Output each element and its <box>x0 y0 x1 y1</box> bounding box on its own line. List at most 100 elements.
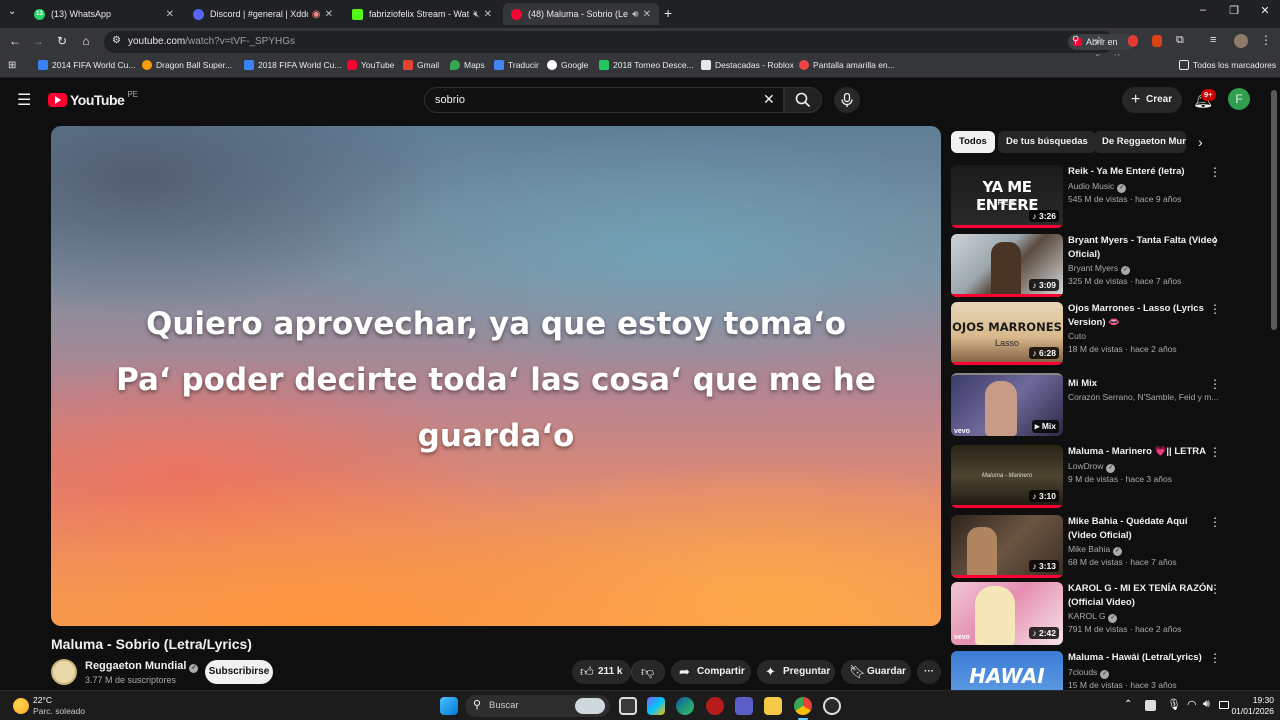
microphone-tray-icon[interactable]: 🎙︎ <box>1167 698 1181 711</box>
tab-close-icon[interactable]: ✕ <box>643 9 651 20</box>
teams-icon[interactable] <box>735 697 753 715</box>
video-player[interactable]: Quiero aprovechar, ya que estoy toma‘o P… <box>51 126 941 626</box>
page-scrollbar[interactable] <box>1271 90 1277 330</box>
bookmark-item[interactable]: Destacadas - Roblox <box>701 60 794 70</box>
more-vertical-icon[interactable]: ⋮ <box>1209 302 1221 316</box>
maximize-icon[interactable]: ❐ <box>1224 4 1244 17</box>
bookmark-item[interactable]: Dragon Ball Super... <box>142 60 232 70</box>
new-tab-icon[interactable]: + <box>664 5 672 21</box>
more-vertical-icon[interactable]: ⋮ <box>1209 582 1221 596</box>
subscribe-button[interactable]: Subscribirse <box>205 660 273 684</box>
dislike-button[interactable]: 👎︎ <box>631 660 665 684</box>
search-input[interactable]: sobrio ✕ <box>424 87 784 113</box>
extension-red-icon[interactable] <box>1128 35 1138 47</box>
video-thumbnail[interactable]: vevo ♪ 2:42 <box>951 582 1063 645</box>
recommendation-item[interactable]: OJOS MARRONES Lasso ♪ 6:28 Ojos Marrones… <box>951 302 1263 368</box>
minimize-icon[interactable]: – <box>1193 4 1213 16</box>
recommendation-title[interactable]: Bryant Myers - Tanta Falta (Video Oficia… <box>1068 234 1218 261</box>
chip-de-reggaeton-mundial[interactable]: De Reggaeton Mundial <box>1094 131 1186 153</box>
recommendation-item[interactable]: YA ME ENTERE REIK ♪ 3:26 Reik - Ya Me En… <box>951 165 1263 231</box>
apps-grid-icon[interactable]: ⊞ <box>8 60 16 71</box>
site-info-icon[interactable]: ⚙ <box>112 35 121 46</box>
like-button[interactable]: 👍︎ 211 k <box>572 660 631 684</box>
weather-sun-icon[interactable] <box>13 698 29 714</box>
video-thumbnail[interactable]: Maluma - Marinero ♪ 3:10 <box>951 445 1063 508</box>
tab-close-icon[interactable]: ✕ <box>325 9 333 20</box>
forward-icon[interactable]: → <box>30 34 46 48</box>
recommendation-title[interactable]: Ojos Marrones - Lasso (Lyrics Version) 👄 <box>1068 302 1218 329</box>
clock-time[interactable]: 19:30 <box>1244 695 1274 705</box>
tab-close-icon[interactable]: ✕ <box>166 9 174 20</box>
audio-playing-icon[interactable]: 🔊︎ <box>632 9 638 20</box>
menu-hamburger-icon[interactable]: ☰ <box>17 90 31 110</box>
video-thumbnail[interactable]: ♪ 3:13 <box>951 515 1063 578</box>
back-icon[interactable]: ← <box>7 34 23 48</box>
video-thumbnail[interactable]: YA ME ENTERE REIK ♪ 3:26 <box>951 165 1063 228</box>
account-avatar[interactable]: F <box>1228 88 1250 110</box>
more-vertical-icon[interactable]: ⋮ <box>1209 234 1221 248</box>
recommendation-item[interactable]: vevo ⫸ Mix Mi Mix Corazón Serrano, N'Sam… <box>951 373 1263 439</box>
bookmark-star-icon[interactable]: ☆ <box>1094 34 1104 47</box>
bookmark-item[interactable]: 2018 FIFA World Cu... <box>244 60 341 70</box>
extensions-puzzle-icon[interactable]: ⧉ <box>1176 34 1184 47</box>
file-explorer-icon[interactable] <box>764 697 782 715</box>
chip-todos[interactable]: Todos <box>951 131 995 153</box>
tab-whatsapp[interactable]: 13 (13) WhatsApp ✕ <box>26 3 182 25</box>
youtube-logo[interactable]: YouTube PE <box>48 90 138 108</box>
windows-start-icon[interactable] <box>440 697 458 715</box>
recommendation-title[interactable]: Maluma - Marinero 💗|| LETRA <box>1068 445 1218 459</box>
bookmark-item[interactable]: Gmail <box>403 60 439 70</box>
window-close-icon[interactable]: ✕ <box>1255 4 1275 17</box>
chips-next-icon[interactable]: › <box>1198 134 1203 150</box>
copilot-icon[interactable] <box>647 697 665 715</box>
address-bar[interactable]: ⚙ youtube.com/watch?v=tVF-_SPYHGs Abrir … <box>104 31 1135 63</box>
chrome-icon[interactable] <box>794 697 812 715</box>
create-button[interactable]: + Crear <box>1122 87 1182 113</box>
recommendation-item[interactable]: vevo ♪ 2:42 KAROL G - MI EX TENÍA RAZÓN … <box>951 582 1263 648</box>
clear-search-icon[interactable]: ✕ <box>763 91 775 108</box>
media-control-icon[interactable]: ≡ <box>1210 34 1216 46</box>
volume-icon[interactable]: 🔊︎ <box>1203 698 1210 711</box>
recommendation-title[interactable]: Mi Mix <box>1068 377 1218 391</box>
extension-shield-icon[interactable] <box>1152 35 1162 47</box>
video-thumbnail[interactable]: vevo ⫸ Mix <box>951 373 1063 436</box>
taskbar-search-box[interactable]: ⚲ Buscar <box>465 695 610 717</box>
tray-app-icon[interactable] <box>1145 700 1156 711</box>
all-bookmarks-folder[interactable]: Todos los marcadores <box>1179 60 1276 70</box>
recommendation-item[interactable]: ♪ 3:09 Bryant Myers - Tanta Falta (Video… <box>951 234 1263 300</box>
profile-avatar-icon[interactable] <box>1234 34 1248 48</box>
bookmark-item[interactable]: Traducir <box>494 60 539 70</box>
steam-like-icon[interactable] <box>823 697 841 715</box>
edge-icon[interactable] <box>676 697 694 715</box>
tray-overflow-icon[interactable]: ⌃ <box>1124 699 1132 710</box>
channel-avatar[interactable] <box>51 659 77 685</box>
bookmark-item[interactable]: 2014 FIFA World Cu... <box>38 60 135 70</box>
more-vertical-icon[interactable]: ⋮ <box>1209 445 1221 459</box>
task-view-icon[interactable] <box>619 697 637 715</box>
save-button[interactable]: 🔖︎ Guardar <box>841 660 911 684</box>
video-thumbnail[interactable]: HAWAI <box>951 651 1063 690</box>
recommendation-title[interactable]: Mike Bahia - Quédate Aquí (Video Oficial… <box>1068 515 1218 542</box>
more-vertical-icon[interactable]: ⋮ <box>1209 165 1221 179</box>
channel-name[interactable]: Reggaeton Mundial ✓ <box>85 660 199 673</box>
chip-de-tus-busquedas[interactable]: De tus búsquedas <box>998 131 1096 153</box>
bookmark-item[interactable]: Maps <box>450 60 485 70</box>
wifi-icon[interactable]: ◠ <box>1187 698 1197 711</box>
bookmark-item[interactable]: 2018 Torneo Desce... <box>599 60 694 70</box>
recommendation-item[interactable]: HAWAI Maluma - Hawái (Letra/Lyrics) 7clo… <box>951 651 1263 690</box>
tab-discord[interactable]: Discord | #general | Xddd ◉ ✕ <box>185 3 341 25</box>
tab-youtube-maluma[interactable]: (48) Maluma - Sobrio (Letra) 🔊︎ ✕ <box>503 3 659 25</box>
more-vertical-icon[interactable]: ⋮ <box>1209 515 1221 529</box>
bookmark-item[interactable]: YouTube <box>347 60 394 70</box>
share-button[interactable]: ➦ Compartir <box>671 660 751 684</box>
recommendation-title[interactable]: KAROL G - MI EX TENÍA RAZÓN (Official Vi… <box>1068 582 1218 609</box>
reload-icon[interactable]: ↻ <box>54 34 70 48</box>
search-button[interactable] <box>784 87 822 113</box>
home-icon[interactable]: ⌂ <box>78 34 94 48</box>
bookmark-item[interactable]: Google <box>547 60 588 70</box>
more-vertical-icon[interactable]: ⋮ <box>1209 651 1221 665</box>
muted-icon[interactable]: 🔇︎ <box>473 9 479 20</box>
recommendation-title[interactable]: Maluma - Hawái (Letra/Lyrics) <box>1068 651 1218 665</box>
more-vertical-icon[interactable]: ⋮ <box>1209 377 1221 391</box>
recommendation-item[interactable]: Maluma - Marinero ♪ 3:10 Maluma - Marine… <box>951 445 1263 511</box>
